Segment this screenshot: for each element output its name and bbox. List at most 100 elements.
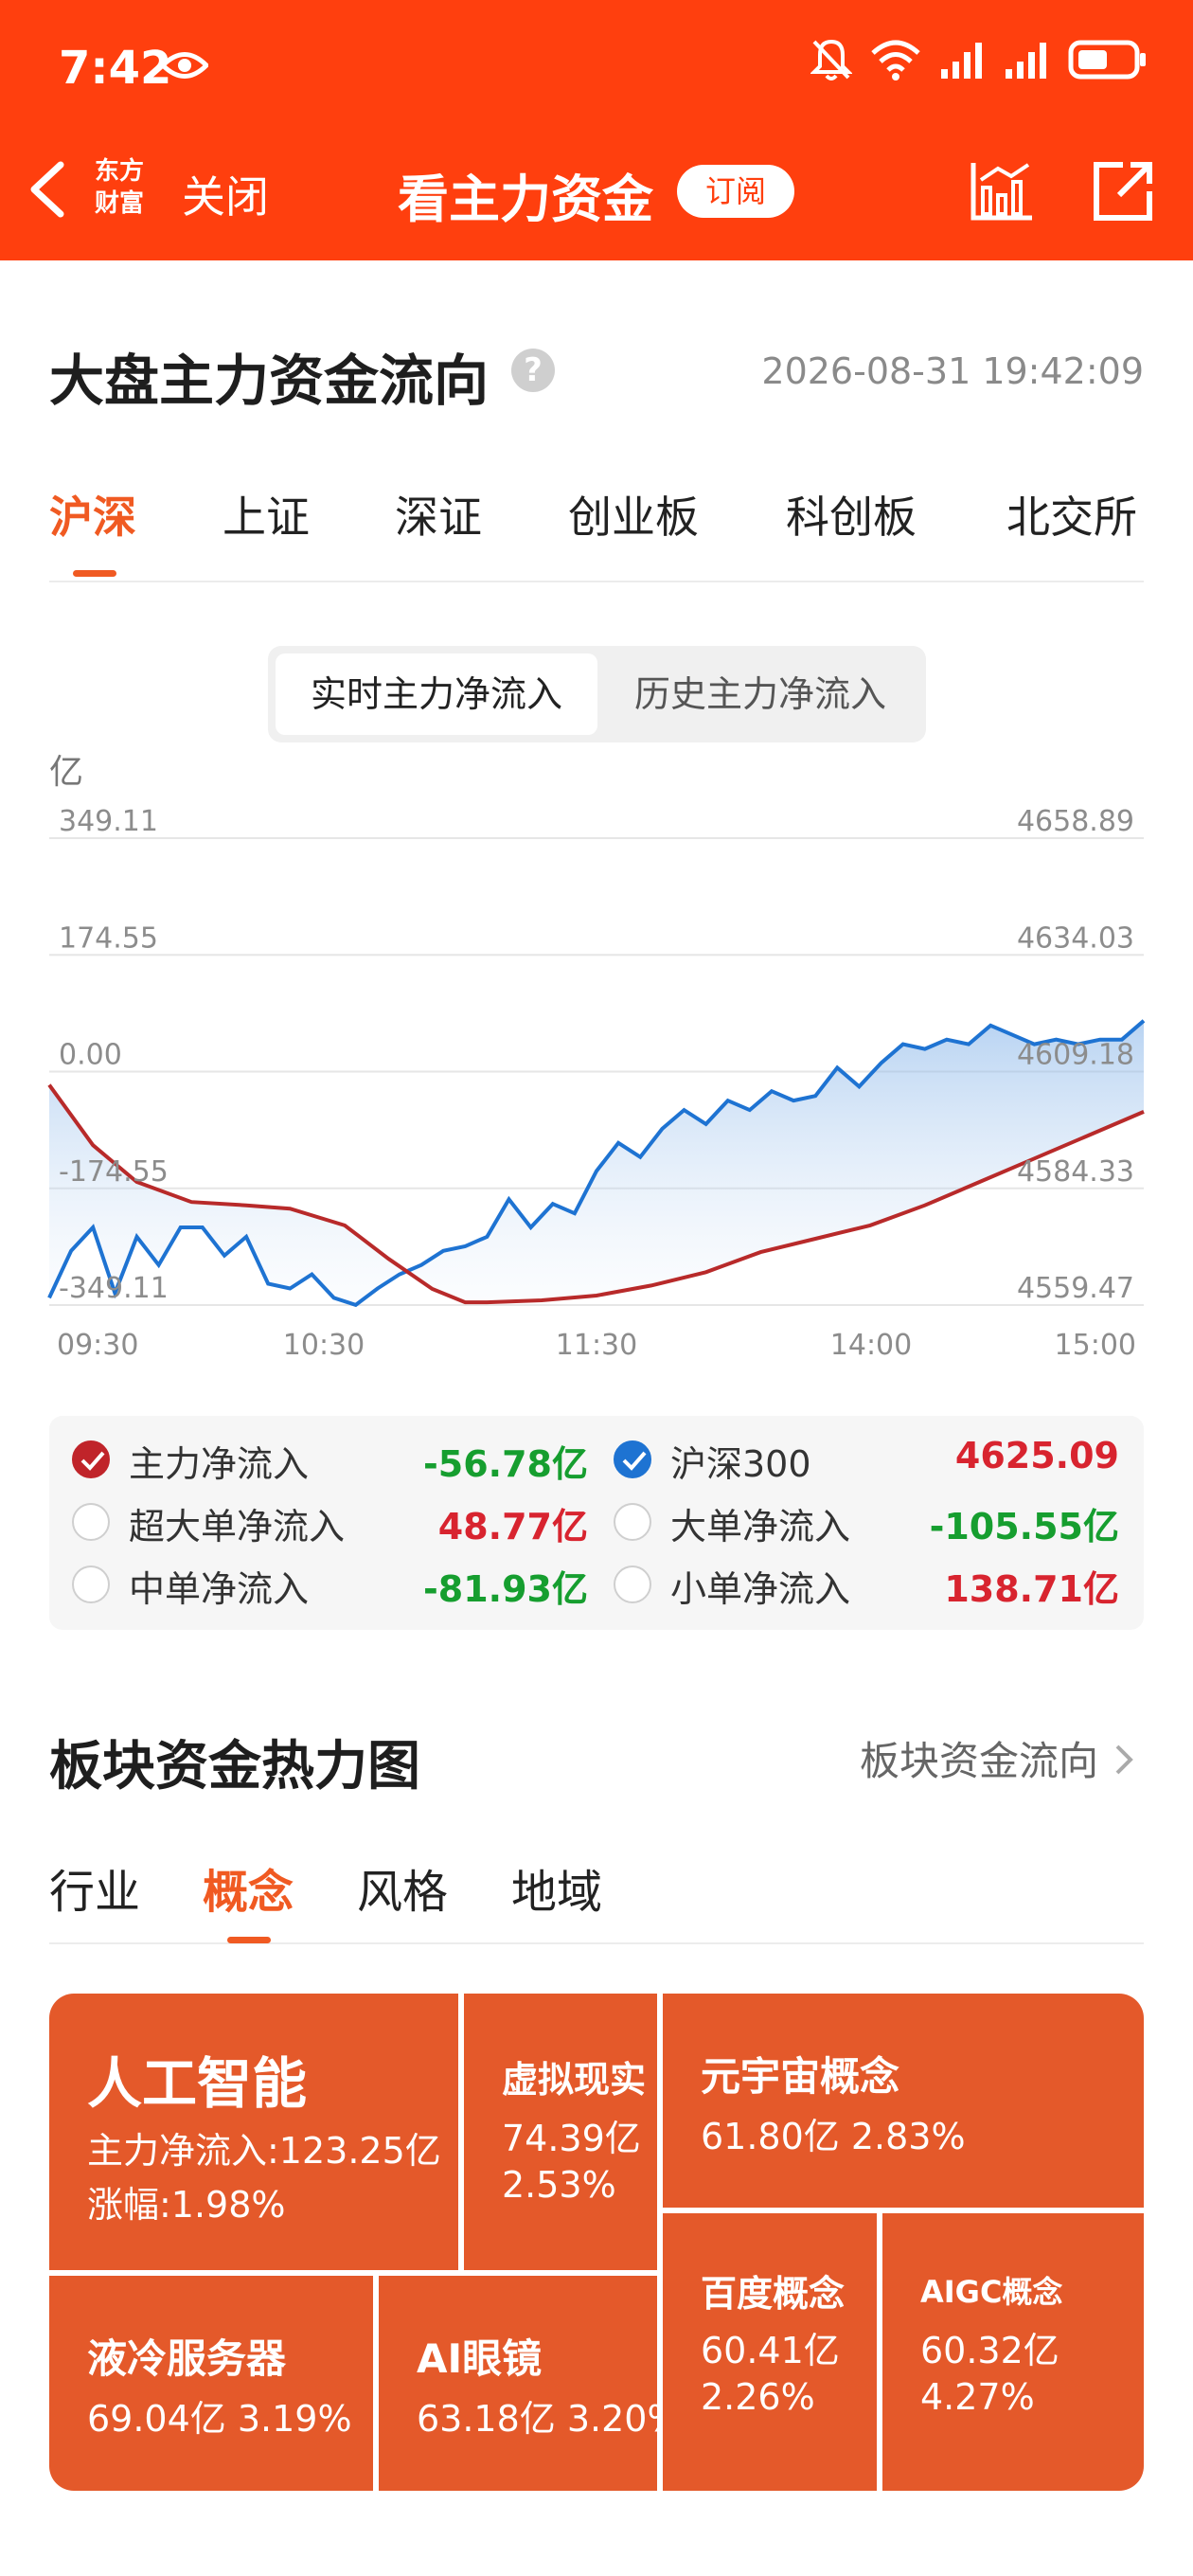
tab-hushen[interactable]: 沪深	[49, 483, 136, 546]
unchecked-circle-icon[interactable]	[72, 1565, 110, 1603]
sector-heatmap: 人工智能 主力净流入:123.25亿 涨幅:1.98% 虚拟现实 74.39亿 …	[49, 1994, 1144, 2491]
x-tick-label: 10:30	[283, 1329, 365, 1362]
cell-name: 人工智能	[87, 2051, 308, 2116]
unchecked-circle-icon[interactable]	[614, 1565, 651, 1603]
logo-text-top: 东方	[94, 157, 144, 186]
unchecked-circle-icon[interactable]	[614, 1503, 651, 1541]
y-left-tick-label: 0.00	[59, 1039, 122, 1072]
tab-chuangyeban[interactable]: 创业板	[568, 483, 699, 546]
realtime-flow-button[interactable]: 实时主力净流入	[276, 653, 597, 735]
legend-item-super-large[interactable]: 超大单净流入 48.77亿	[72, 1497, 588, 1554]
heatmap-cell-metaverse[interactable]: 元宇宙概念 61.80亿 2.83%	[663, 1994, 1144, 2208]
y-right-tick-label: 4658.89	[1017, 805, 1134, 838]
status-time: 7:42	[59, 42, 172, 95]
cell-name: 百度概念	[701, 2273, 846, 2315]
tab-shangzheng[interactable]: 上证	[223, 483, 310, 546]
page-title: 看主力资金	[398, 170, 653, 229]
chevron-right-icon[interactable]	[1113, 1741, 1136, 1779]
legend-item-hs300[interactable]: 沪深300 4625.09	[614, 1435, 1119, 1492]
legend-label: 主力净流入	[129, 1443, 310, 1485]
cell-line: 主力净流入:123.25亿	[87, 2130, 441, 2172]
help-icon[interactable]: ?	[511, 349, 555, 392]
checked-circle-icon[interactable]	[72, 1440, 110, 1478]
tab-beijiaosuo[interactable]: 北交所	[1006, 483, 1137, 546]
sector-tabs: 行业 概念 风格 地域	[49, 1854, 1144, 1944]
logo-text-bottom: 财富	[94, 189, 144, 218]
x-tick-label: 11:30	[556, 1329, 637, 1362]
x-tick-label: 14:00	[830, 1329, 912, 1362]
flow-section-title: 大盘主力资金流向	[49, 349, 490, 413]
cell-line: 涨幅:1.98%	[87, 2184, 286, 2226]
legend-panel: 主力净流入 -56.78亿 沪深300 4625.09 超大单净流入 48.77…	[49, 1416, 1144, 1630]
heatmap-section-title: 板块资金热力图	[49, 1736, 420, 1798]
legend-item-main-flow[interactable]: 主力净流入 -56.78亿	[72, 1435, 588, 1492]
mute-bell-icon	[810, 39, 852, 80]
legend-value: 48.77亿	[437, 1506, 588, 1547]
x-tick-label: 09:30	[57, 1329, 138, 1362]
tab-concept[interactable]: 概念	[203, 1854, 294, 1921]
legend-value: 4625.09	[954, 1435, 1119, 1476]
status-icons	[810, 38, 1148, 81]
legend-value: -81.93亿	[423, 1568, 588, 1610]
legend-label: 小单净流入	[670, 1568, 851, 1610]
heatmap-cell-ai-glasses[interactable]: AI眼镜 63.18亿 3.20%	[379, 2276, 682, 2491]
battery-icon	[1068, 40, 1146, 80]
app-logo: 东方 财富	[87, 155, 151, 224]
cell-line: 60.32亿	[920, 2330, 1059, 2371]
legend-item-medium[interactable]: 中单净流入 -81.93亿	[72, 1560, 588, 1617]
y-left-tick-label: -174.55	[59, 1155, 169, 1189]
app-header: 7:42 东方 财富 关闭 看主力资金 订阅	[0, 0, 1193, 260]
y-left-tick-label: 349.11	[59, 805, 158, 838]
legend-item-small[interactable]: 小单净流入 138.71亿	[614, 1560, 1119, 1617]
heatmap-cell-aigc[interactable]: AIGC概念 60.32亿 4.27%	[882, 2213, 1144, 2491]
unchecked-circle-icon[interactable]	[72, 1503, 110, 1541]
timestamp: 2026-08-31 19:42:09	[761, 350, 1144, 392]
flow-chart[interactable]: 349.11 4658.89 174.55 4634.03 0.00 4609.18 -17…	[0, 786, 1193, 1373]
sector-flow-link[interactable]: 板块资金流向	[860, 1729, 1098, 1787]
x-tick-label: 15:00	[1055, 1329, 1136, 1362]
legend-label: 大单净流入	[670, 1506, 851, 1547]
legend-item-large[interactable]: 大单净流入 -105.55亿	[614, 1497, 1119, 1554]
legend-value: 138.71亿	[944, 1568, 1119, 1610]
signal-icon	[941, 43, 982, 79]
heatmap-cell-vr[interactable]: 虚拟现实 74.39亿 2.53%	[464, 1994, 657, 2270]
bar-chart-icon[interactable]	[968, 159, 1036, 224]
subscribe-button[interactable]: 订阅	[677, 165, 794, 218]
flow-mode-toggle: 实时主力净流入 历史主力净流入	[268, 646, 926, 742]
eye-icon	[161, 52, 208, 79]
heatmap-cell-ai[interactable]: 人工智能 主力净流入:123.25亿 涨幅:1.98%	[49, 1994, 458, 2270]
legend-label: 超大单净流入	[129, 1506, 346, 1547]
tab-region[interactable]: 地域	[511, 1854, 602, 1921]
cell-name: 元宇宙概念	[701, 2053, 900, 2100]
active-tab-indicator	[73, 570, 116, 577]
share-icon[interactable]	[1089, 157, 1157, 225]
cell-name: AIGC概念	[920, 2274, 1063, 2310]
heatmap-cell-baidu[interactable]: 百度概念 60.41亿 2.26%	[663, 2213, 877, 2491]
y-right-tick-label: 4559.47	[1017, 1272, 1134, 1305]
legend-label: 中单净流入	[129, 1568, 310, 1610]
tab-industry[interactable]: 行业	[49, 1854, 140, 1921]
cell-line: 63.18亿 3.20%	[417, 2398, 682, 2440]
tab-kechuangban[interactable]: 科创板	[786, 483, 917, 546]
y-right-tick-label: 4634.03	[1017, 921, 1134, 955]
hs300-area	[49, 1020, 1144, 1305]
close-link[interactable]: 关闭	[182, 163, 269, 225]
history-flow-button[interactable]: 历史主力净流入	[601, 653, 919, 735]
wifi-icon	[871, 40, 920, 80]
cell-name: 虚拟现实	[502, 2059, 647, 2101]
signal-icon-2	[1006, 43, 1046, 79]
heatmap-cell-liquid-cooling[interactable]: 液冷服务器 69.04亿 3.19%	[49, 2276, 373, 2491]
cell-name: 液冷服务器	[87, 2335, 287, 2382]
cell-line: 74.39亿	[502, 2118, 641, 2159]
cell-line: 4.27%	[920, 2376, 1035, 2418]
legend-value: -56.78亿	[423, 1443, 588, 1485]
y-left-tick-label: -349.11	[59, 1272, 169, 1305]
cell-line: 60.41亿	[701, 2330, 840, 2371]
tab-shenzheng[interactable]: 深证	[395, 483, 482, 546]
y-right-tick-label: 4609.18	[1017, 1039, 1134, 1072]
checked-circle-icon[interactable]	[614, 1440, 651, 1478]
tab-style[interactable]: 风格	[357, 1854, 448, 1921]
active-tab-indicator	[227, 1937, 271, 1943]
back-arrow-icon[interactable]	[27, 159, 68, 220]
cell-name: AI眼镜	[417, 2335, 543, 2382]
